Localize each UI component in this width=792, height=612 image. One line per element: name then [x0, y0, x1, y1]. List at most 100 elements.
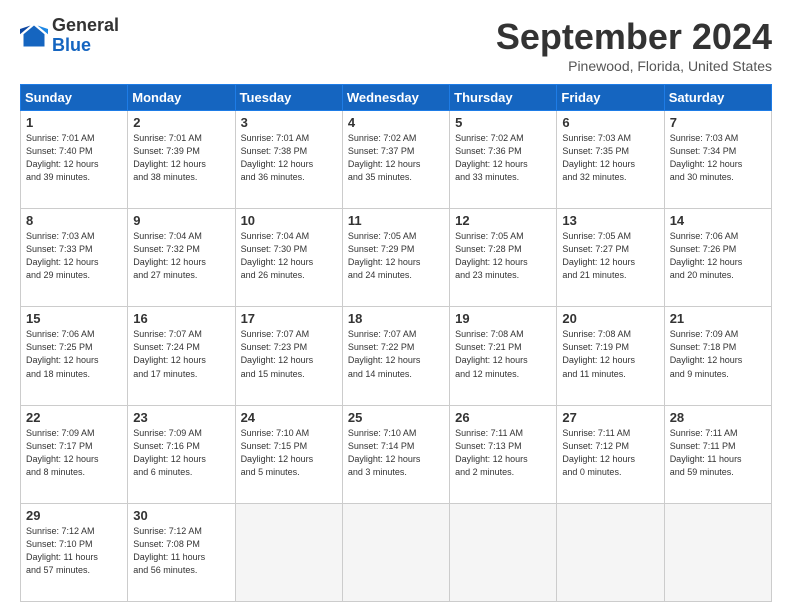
- calendar-cell: 18 Sunrise: 7:07 AM Sunset: 7:22 PM Dayli…: [342, 307, 449, 405]
- calendar-cell: 13Sunrise: 7:05 AM Sunset: 7:27 PM Dayli…: [557, 209, 664, 307]
- day-info: Sunrise: 7:08 AM Sunset: 7:19 PM Dayligh…: [562, 328, 658, 380]
- day-info: Sunrise: 7:01 AM Sunset: 7:38 PM Dayligh…: [241, 132, 337, 184]
- calendar-cell: [557, 503, 664, 601]
- day-number: 10: [241, 213, 337, 228]
- calendar-cell: 5 Sunrise: 7:02 AM Sunset: 7:36 PM Daylig…: [450, 111, 557, 209]
- calendar-cell: 27Sunrise: 7:11 AM Sunset: 7:12 PM Dayli…: [557, 405, 664, 503]
- day-number: 21: [670, 311, 766, 326]
- calendar-cell: 15 Sunrise: 7:06 AM Sunset: 7:25 PM Dayli…: [21, 307, 128, 405]
- logo-blue: Blue: [52, 35, 91, 55]
- day-number: 15: [26, 311, 122, 326]
- logo-icon: [20, 22, 48, 50]
- calendar-cell: 14 Sunrise: 7:06 AM Sunset: 7:26 PM Dayli…: [664, 209, 771, 307]
- month-title: September 2024: [496, 16, 772, 58]
- day-info: Sunrise: 7:10 AM Sunset: 7:15 PM Dayligh…: [241, 427, 337, 479]
- calendar-cell: 28Sunrise: 7:11 AM Sunset: 7:11 PM Dayli…: [664, 405, 771, 503]
- calendar-row: 8 Sunrise: 7:03 AM Sunset: 7:33 PM Daylig…: [21, 209, 772, 307]
- day-number: 26: [455, 410, 551, 425]
- calendar-row: 15 Sunrise: 7:06 AM Sunset: 7:25 PM Dayli…: [21, 307, 772, 405]
- day-info: Sunrise: 7:05 AM Sunset: 7:28 PM Dayligh…: [455, 230, 551, 282]
- day-info: Sunrise: 7:04 AM Sunset: 7:32 PM Dayligh…: [133, 230, 229, 282]
- day-number: 14: [670, 213, 766, 228]
- day-number: 9: [133, 213, 229, 228]
- day-info: Sunrise: 7:02 AM Sunset: 7:37 PM Dayligh…: [348, 132, 444, 184]
- calendar-cell: 11 Sunrise: 7:05 AM Sunset: 7:29 PM Dayli…: [342, 209, 449, 307]
- calendar-table: SundayMondayTuesdayWednesdayThursdayFrid…: [20, 84, 772, 602]
- day-info: Sunrise: 7:05 AM Sunset: 7:29 PM Dayligh…: [348, 230, 444, 282]
- calendar-cell: 25Sunrise: 7:10 AM Sunset: 7:14 PM Dayli…: [342, 405, 449, 503]
- calendar-cell: [235, 503, 342, 601]
- day-info: Sunrise: 7:03 AM Sunset: 7:33 PM Dayligh…: [26, 230, 122, 282]
- day-header-wednesday: Wednesday: [342, 85, 449, 111]
- calendar-cell: 1 Sunrise: 7:01 AM Sunset: 7:40 PM Daylig…: [21, 111, 128, 209]
- logo: General Blue: [20, 16, 119, 56]
- day-info: Sunrise: 7:03 AM Sunset: 7:35 PM Dayligh…: [562, 132, 658, 184]
- day-number: 25: [348, 410, 444, 425]
- day-number: 4: [348, 115, 444, 130]
- calendar-cell: 4 Sunrise: 7:02 AM Sunset: 7:37 PM Daylig…: [342, 111, 449, 209]
- logo-general: General: [52, 15, 119, 35]
- day-number: 17: [241, 311, 337, 326]
- day-number: 30: [133, 508, 229, 523]
- day-number: 11: [348, 213, 444, 228]
- calendar-cell: 10 Sunrise: 7:04 AM Sunset: 7:30 PM Dayli…: [235, 209, 342, 307]
- day-info: Sunrise: 7:01 AM Sunset: 7:40 PM Dayligh…: [26, 132, 122, 184]
- calendar-cell: 8 Sunrise: 7:03 AM Sunset: 7:33 PM Daylig…: [21, 209, 128, 307]
- day-header-tuesday: Tuesday: [235, 85, 342, 111]
- day-info: Sunrise: 7:11 AM Sunset: 7:13 PM Dayligh…: [455, 427, 551, 479]
- location-subtitle: Pinewood, Florida, United States: [496, 58, 772, 74]
- calendar-cell: [450, 503, 557, 601]
- calendar-cell: 6Sunrise: 7:03 AM Sunset: 7:35 PM Daylig…: [557, 111, 664, 209]
- day-number: 7: [670, 115, 766, 130]
- day-info: Sunrise: 7:07 AM Sunset: 7:24 PM Dayligh…: [133, 328, 229, 380]
- day-number: 1: [26, 115, 122, 130]
- day-number: 5: [455, 115, 551, 130]
- calendar-cell: 17 Sunrise: 7:07 AM Sunset: 7:23 PM Dayli…: [235, 307, 342, 405]
- day-info: Sunrise: 7:07 AM Sunset: 7:23 PM Dayligh…: [241, 328, 337, 380]
- calendar-cell: 26 Sunrise: 7:11 AM Sunset: 7:13 PM Dayli…: [450, 405, 557, 503]
- calendar-cell: 3 Sunrise: 7:01 AM Sunset: 7:38 PM Daylig…: [235, 111, 342, 209]
- day-number: 8: [26, 213, 122, 228]
- day-info: Sunrise: 7:08 AM Sunset: 7:21 PM Dayligh…: [455, 328, 551, 380]
- calendar-cell: 9 Sunrise: 7:04 AM Sunset: 7:32 PM Daylig…: [128, 209, 235, 307]
- day-info: Sunrise: 7:04 AM Sunset: 7:30 PM Dayligh…: [241, 230, 337, 282]
- day-info: Sunrise: 7:11 AM Sunset: 7:12 PM Dayligh…: [562, 427, 658, 479]
- day-info: Sunrise: 7:01 AM Sunset: 7:39 PM Dayligh…: [133, 132, 229, 184]
- calendar-cell: 24 Sunrise: 7:10 AM Sunset: 7:15 PM Dayli…: [235, 405, 342, 503]
- day-number: 16: [133, 311, 229, 326]
- day-number: 12: [455, 213, 551, 228]
- day-info: Sunrise: 7:06 AM Sunset: 7:26 PM Dayligh…: [670, 230, 766, 282]
- day-header-monday: Monday: [128, 85, 235, 111]
- day-info: Sunrise: 7:03 AM Sunset: 7:34 PM Dayligh…: [670, 132, 766, 184]
- day-info: Sunrise: 7:12 AM Sunset: 7:10 PM Dayligh…: [26, 525, 122, 577]
- day-info: Sunrise: 7:07 AM Sunset: 7:22 PM Dayligh…: [348, 328, 444, 380]
- day-number: 20: [562, 311, 658, 326]
- calendar-row: 29 Sunrise: 7:12 AM Sunset: 7:10 PM Dayli…: [21, 503, 772, 601]
- calendar-cell: 22 Sunrise: 7:09 AM Sunset: 7:17 PM Dayli…: [21, 405, 128, 503]
- calendar-cell: 19 Sunrise: 7:08 AM Sunset: 7:21 PM Dayli…: [450, 307, 557, 405]
- day-number: 22: [26, 410, 122, 425]
- calendar-cell: [342, 503, 449, 601]
- day-header-sunday: Sunday: [21, 85, 128, 111]
- calendar-cell: 16 Sunrise: 7:07 AM Sunset: 7:24 PM Dayli…: [128, 307, 235, 405]
- day-info: Sunrise: 7:12 AM Sunset: 7:08 PM Dayligh…: [133, 525, 229, 577]
- day-info: Sunrise: 7:11 AM Sunset: 7:11 PM Dayligh…: [670, 427, 766, 479]
- day-number: 24: [241, 410, 337, 425]
- day-number: 3: [241, 115, 337, 130]
- header: General Blue September 2024 Pinewood, Fl…: [20, 16, 772, 74]
- day-number: 29: [26, 508, 122, 523]
- calendar-cell: 21 Sunrise: 7:09 AM Sunset: 7:18 PM Dayli…: [664, 307, 771, 405]
- calendar-cell: 12 Sunrise: 7:05 AM Sunset: 7:28 PM Dayli…: [450, 209, 557, 307]
- title-block: September 2024 Pinewood, Florida, United…: [496, 16, 772, 74]
- calendar-cell: 29 Sunrise: 7:12 AM Sunset: 7:10 PM Dayli…: [21, 503, 128, 601]
- calendar-cell: [664, 503, 771, 601]
- day-info: Sunrise: 7:09 AM Sunset: 7:17 PM Dayligh…: [26, 427, 122, 479]
- page: General Blue September 2024 Pinewood, Fl…: [0, 0, 792, 612]
- day-number: 19: [455, 311, 551, 326]
- logo-text: General Blue: [52, 16, 119, 56]
- day-info: Sunrise: 7:06 AM Sunset: 7:25 PM Dayligh…: [26, 328, 122, 380]
- day-number: 18: [348, 311, 444, 326]
- day-info: Sunrise: 7:02 AM Sunset: 7:36 PM Dayligh…: [455, 132, 551, 184]
- day-header-friday: Friday: [557, 85, 664, 111]
- day-info: Sunrise: 7:09 AM Sunset: 7:18 PM Dayligh…: [670, 328, 766, 380]
